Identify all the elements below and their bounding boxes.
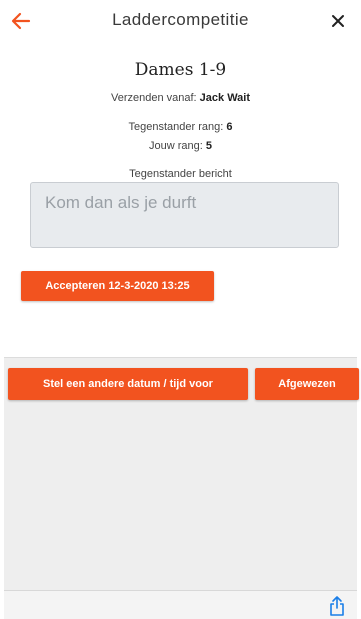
opponent-rank-label: Tegenstander rang: <box>128 121 224 133</box>
header: Laddercompetitie <box>0 0 361 44</box>
reject-button[interactable]: Afgewezen <box>255 368 359 400</box>
own-rank-label: Jouw rang: <box>149 140 203 152</box>
page-title: Laddercompetitie <box>112 10 249 29</box>
opponent-rank-value: 6 <box>226 121 233 133</box>
own-rank-value: 5 <box>205 140 212 152</box>
sender-line: Verzenden vanaf: Jack Wait <box>0 92 361 104</box>
share-icon[interactable] <box>327 595 347 617</box>
own-rank-line: Jouw rang: 5 <box>0 140 361 152</box>
panel-divider <box>4 357 357 358</box>
match-title: Dames 1-9 <box>134 60 227 80</box>
opponent-message-box: Kom dan als je durft <box>30 182 339 248</box>
message-label: Tegenstander bericht <box>129 168 232 180</box>
sender-label: Verzenden vanaf: <box>110 92 197 104</box>
opponent-message-text: Kom dan als je durft <box>45 193 197 212</box>
opponent-rank-line: Tegenstander rang: 6 <box>0 121 361 133</box>
propose-other-time-button[interactable]: Stel een andere datum / tijd voor <box>8 368 248 400</box>
accept-button[interactable]: Accepteren 12-3-2020 13:25 <box>21 271 214 301</box>
sender-name: Jack Wait <box>199 92 251 104</box>
bottom-toolbar <box>4 590 357 619</box>
close-icon[interactable] <box>329 12 347 30</box>
